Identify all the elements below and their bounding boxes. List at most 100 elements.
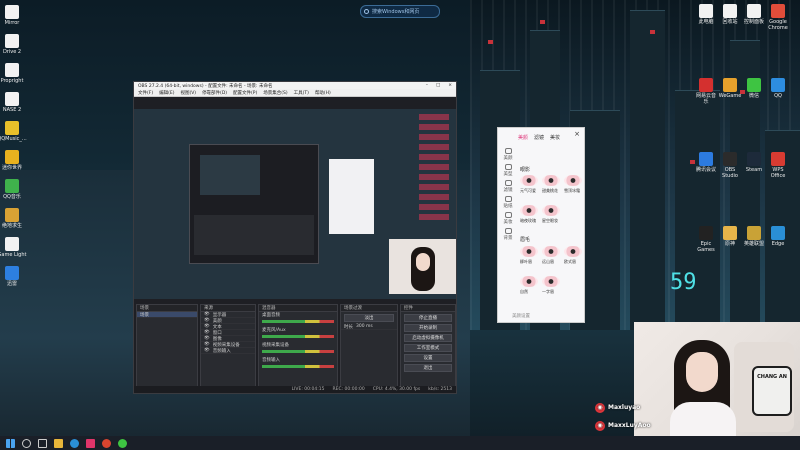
desktop-icon[interactable]: 微信 [742, 78, 766, 99]
desktop-icon[interactable]: 网易云音乐 [694, 78, 718, 105]
desktop-icon[interactable]: 腾讯会议 [694, 152, 718, 173]
makeup-thumb[interactable] [542, 175, 560, 186]
desktop-icon[interactable]: Game Light [0, 237, 32, 258]
desktop-icon[interactable]: Edge [766, 226, 790, 247]
desktop-icon[interactable]: 迷你世界 [0, 150, 32, 171]
beauty-footer[interactable]: 美颜设置 [512, 313, 530, 319]
beauty-side-item[interactable]: 背景 [501, 228, 515, 244]
obs-preview[interactable] [134, 109, 456, 299]
beauty-side-item[interactable]: 贴纸 [501, 196, 515, 212]
desktop-icon[interactable]: 绝地求生 [0, 208, 32, 229]
eye-icon[interactable]: 👁 [204, 336, 210, 341]
menu-view[interactable]: 视图(V) [180, 90, 196, 96]
obs-title-bar[interactable]: OBS 27.2.4 (64-bit, windows) - 配置文件: 未命名… [134, 82, 456, 89]
beauty-side-item[interactable]: 美妆 [501, 212, 515, 228]
menu-docks[interactable]: 停靠部件(D) [202, 90, 227, 96]
desktop-icon[interactable]: Propright [0, 63, 32, 84]
eye-icon[interactable]: 👁 [204, 330, 210, 335]
menu-tools[interactable]: 工具(T) [294, 90, 309, 96]
desktop-icon[interactable]: NASE 2 [0, 92, 32, 113]
eye-icon[interactable]: 👁 [204, 312, 210, 317]
volume-meter[interactable] [262, 335, 334, 338]
beauty-side-item[interactable]: 美型 [501, 164, 515, 180]
menu-profile[interactable]: 配置文件(P) [233, 90, 257, 96]
desktop-icon[interactable]: WeGame [718, 78, 742, 99]
source-item[interactable]: 👁 音频输入 [201, 348, 255, 354]
beauty-side-item[interactable]: 滤镜 [501, 180, 515, 196]
close-icon[interactable]: × [448, 83, 452, 88]
beauty-side-item[interactable]: 美颜 [501, 148, 515, 164]
preview-beauty-window [329, 159, 374, 234]
volume-meter[interactable] [262, 365, 334, 368]
desktop-icon[interactable]: QQ [766, 78, 790, 99]
menu-edit[interactable]: 编辑(E) [159, 90, 174, 96]
makeup-thumb[interactable] [542, 246, 560, 257]
desktop-icon[interactable]: WPS Office [766, 152, 790, 179]
desktop-icon[interactable]: Drive 2 [0, 34, 32, 55]
transition-select[interactable]: 淡出 [344, 314, 394, 322]
scene-item[interactable]: 场景 [137, 312, 197, 318]
file-explorer-icon[interactable] [54, 438, 63, 448]
desktop-icon[interactable]: 控制面板 [742, 4, 766, 25]
eye-icon[interactable]: 👁 [204, 324, 210, 329]
wechat-icon[interactable] [118, 438, 127, 448]
settings-button[interactable]: 设置 [404, 354, 452, 362]
app-icon [699, 226, 713, 240]
menu-scene-collection[interactable]: 场景集合(S) [263, 90, 287, 96]
makeup-thumb[interactable] [520, 246, 538, 257]
transitions-header: 场景过渡 [341, 305, 397, 312]
tab-filter[interactable]: 滤镜 [534, 134, 544, 141]
task-view-icon[interactable] [38, 438, 47, 448]
desktop-icon[interactable]: Steam [742, 152, 766, 173]
mixer-channel[interactable]: 桌面音频 [259, 312, 337, 323]
studio-mode-button[interactable]: 工作室模式 [404, 344, 452, 352]
close-icon[interactable]: × [574, 130, 580, 138]
tab-beauty[interactable]: 美颜 [518, 134, 528, 141]
mixer-channel[interactable]: 视频采集设备 [259, 342, 337, 353]
obs-window[interactable]: OBS 27.2.4 (64-bit, windows) - 配置文件: 未命名… [133, 81, 457, 394]
makeup-thumb[interactable] [564, 175, 582, 186]
search-input[interactable]: 搜索Windows和网页 [372, 8, 419, 15]
eye-icon[interactable]: 👁 [204, 318, 210, 323]
desktop-icon[interactable]: OBS Studio [718, 152, 742, 179]
makeup-thumb[interactable] [520, 205, 538, 216]
edge-icon[interactable] [70, 438, 79, 448]
makeup-thumb[interactable] [520, 175, 538, 186]
stop-streaming-button[interactable]: 停止直播 [404, 314, 452, 322]
search-bar[interactable]: 搜索Windows和网页 [360, 5, 440, 18]
makeup-thumb[interactable] [564, 246, 582, 257]
virtual-camera-button[interactable]: 启动虚拟摄像机 [404, 334, 452, 342]
eye-icon[interactable]: 👁 [204, 348, 210, 353]
transition-duration[interactable]: 时长 300 ms [341, 324, 397, 330]
desktop-icon[interactable]: Google Chrome [766, 4, 790, 31]
eye-icon[interactable]: 👁 [204, 342, 210, 347]
desktop-icon[interactable]: 迅雷 [0, 266, 32, 287]
volume-meter[interactable] [262, 320, 334, 323]
desktop-icon[interactable]: 原神 [718, 226, 742, 247]
makeup-thumb[interactable] [542, 205, 560, 216]
makeup-thumb[interactable] [520, 276, 538, 287]
windows-start-icon[interactable] [6, 438, 15, 448]
chrome-icon[interactable] [102, 438, 111, 448]
desktop-icon[interactable]: Epic Games [694, 226, 718, 253]
mixer-channel[interactable]: 麦克风/Aux [259, 327, 337, 338]
search-icon[interactable] [22, 438, 31, 448]
maximize-icon[interactable]: □ [436, 83, 440, 88]
desktop-icon[interactable]: 回收站 [718, 4, 742, 25]
tab-makeup[interactable]: 美妆 [550, 134, 560, 141]
desktop-icon[interactable]: QQMusic_... [0, 121, 32, 142]
beauty-panel[interactable]: × 美颜 滤镜 美妆 美颜 美型 滤镜 贴纸 美妆 背景 眼影 元气可爱 甜美桃花 雪顶冰霜暗… [497, 127, 585, 323]
minimize-icon[interactable]: – [426, 83, 428, 88]
mixer-channel[interactable]: 音频输入 [259, 357, 337, 368]
start-recording-button[interactable]: 开始录制 [404, 324, 452, 332]
makeup-thumb[interactable] [542, 276, 560, 287]
desktop-icon[interactable]: Mirror [0, 5, 32, 26]
desktop-icon[interactable]: QQ音乐 [0, 179, 32, 200]
obs-taskbar-icon[interactable] [86, 438, 95, 448]
desktop-icon[interactable]: 英雄联盟 [742, 226, 766, 247]
menu-help[interactable]: 帮助(H) [315, 90, 331, 96]
menu-file[interactable]: 文件(F) [138, 90, 153, 96]
desktop-icon[interactable]: 此电脑 [694, 4, 718, 25]
exit-button[interactable]: 退出 [404, 364, 452, 372]
volume-meter[interactable] [262, 350, 334, 353]
